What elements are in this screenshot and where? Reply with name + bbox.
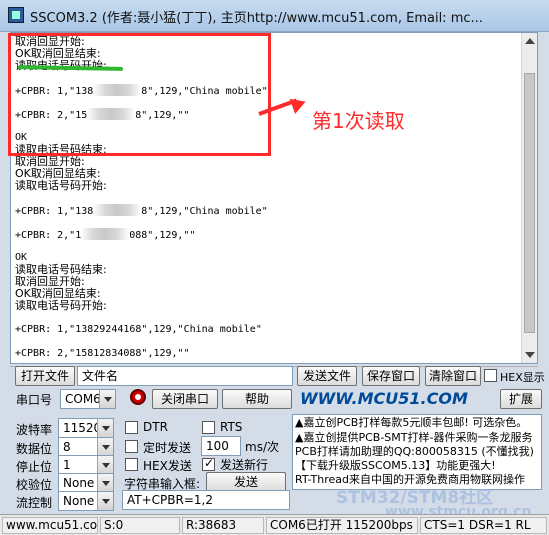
interval-unit-label: ms/次 — [245, 440, 279, 454]
chevron-down-icon[interactable] — [99, 390, 115, 408]
terminal-line: +CPBR: 2,"15812834088",129,"" — [15, 348, 190, 359]
timed-send-checkbox[interactable] — [125, 440, 138, 453]
ad-line[interactable]: PCB打样请加助理的QQ:800058315 (不懂找我) — [295, 445, 534, 458]
rts-label: RTS — [220, 420, 243, 434]
status-site[interactable]: www.mcu51.cor — [2, 517, 98, 534]
ad-line[interactable]: ▲嘉立创提供PCB-SMT打样-器件采购一条龙服务 — [295, 431, 532, 444]
terminal-line: 读取电话号码开始: — [15, 299, 107, 312]
terminal-line: +CPBR: 1,"13829244168",129,"China mobile… — [15, 324, 262, 335]
data-bits-label: 数据位 — [16, 442, 53, 456]
dtr-label: DTR — [143, 420, 168, 434]
title-bar: SSCOM3.2 (作者:聂小猛(丁丁), 主页http://www.mcu51… — [0, 0, 549, 32]
status-bar: www.mcu51.cor S:0 R:38683 COM6已打开 115200… — [0, 514, 549, 535]
chevron-down-icon[interactable] — [97, 456, 113, 474]
flow-control-value: None — [63, 494, 95, 508]
baud-select[interactable]: 115200 — [58, 418, 114, 438]
hex-display-label: HEX显示 — [500, 371, 545, 384]
parity-label: 校验位 — [16, 478, 53, 492]
file-name-field[interactable]: 文件名 — [77, 366, 293, 386]
close-port-button[interactable]: 关闭串口 — [152, 389, 218, 409]
send-button[interactable]: 发送 — [206, 472, 286, 492]
hex-send-checkbox[interactable] — [125, 458, 138, 471]
stop-bits-select[interactable]: 1 — [58, 455, 114, 475]
hex-send-label: HEX发送 — [143, 459, 192, 473]
status-port-state: COM6已打开 115200bps — [266, 517, 418, 534]
port-select[interactable]: COM6 — [60, 389, 116, 409]
dtr-checkbox[interactable] — [125, 421, 138, 434]
clear-window-button[interactable]: 清除窗口 — [425, 366, 481, 386]
chevron-down-icon[interactable] — [97, 419, 113, 437]
help-button[interactable]: 帮助 — [222, 389, 292, 409]
save-window-button[interactable]: 保存窗口 — [362, 366, 420, 386]
mcu51-logo: WWW.MCU51.COM — [300, 389, 468, 408]
open-file-button[interactable]: 打开文件 — [15, 366, 75, 386]
terminal-line: 读取电话号码开始: — [15, 179, 107, 192]
scroll-down-arrow-icon[interactable] — [525, 352, 535, 358]
hex-display-checkbox[interactable] — [484, 369, 497, 382]
port-status-icon — [130, 389, 146, 405]
baud-label: 波特率 — [16, 423, 53, 437]
port-label: 串口号 — [16, 393, 53, 407]
status-received: R:38683 — [182, 517, 264, 534]
chevron-down-icon[interactable] — [97, 492, 113, 510]
window-title: SSCOM3.2 (作者:聂小猛(丁丁), 主页http://www.mcu51… — [30, 11, 483, 26]
scroll-thumb[interactable] — [524, 73, 535, 333]
parity-value: None — [63, 476, 95, 490]
chevron-down-icon[interactable] — [97, 474, 113, 492]
data-bits-select[interactable]: 8 — [58, 437, 114, 457]
ad-line[interactable]: ▲嘉立创PCB打样每款5元顺丰包邮! 可选杂色。 — [295, 416, 527, 429]
scroll-up-arrow-icon[interactable] — [525, 38, 535, 44]
parity-select[interactable]: None — [58, 473, 114, 493]
app-icon — [8, 7, 24, 23]
send-newline-label: 发送新行 — [220, 458, 269, 472]
status-sent: S:0 — [100, 517, 180, 534]
data-bits-value: 8 — [63, 440, 71, 454]
redaction-blur — [93, 204, 142, 216]
port-value: COM6 — [65, 392, 101, 406]
ad-line[interactable]: 【下载升级版SSCOM5.13】功能更强大! — [295, 459, 496, 472]
expand-button[interactable]: 扩展 — [500, 389, 542, 409]
flow-control-select[interactable]: None — [58, 491, 114, 511]
flow-control-label: 流控制 — [16, 496, 53, 510]
terminal-line: +CPBR: 1,"138 8",129,"China mobile" — [15, 204, 268, 217]
stop-bits-value: 1 — [63, 458, 71, 472]
status-signals: CTS=1 DSR=1 RL — [420, 517, 547, 534]
chevron-down-icon[interactable] — [97, 438, 113, 456]
annotation-label: 第1次读取 — [312, 109, 405, 133]
highlight-box — [8, 33, 271, 156]
rts-checkbox[interactable] — [202, 421, 215, 434]
timed-send-label: 定时发送 — [143, 441, 192, 455]
interval-input[interactable]: 100 — [201, 436, 241, 456]
send-string-input[interactable]: AT+CPBR=1,2 — [122, 490, 290, 510]
ad-panel: ▲嘉立创PCB打样每款5元顺丰包邮! 可选杂色。 ▲嘉立创提供PCB-SMT打样… — [292, 414, 542, 490]
terminal-line: +CPBR: 2,"1 088",129,"" — [15, 228, 196, 241]
stop-bits-label: 停止位 — [16, 460, 53, 474]
send-newline-checkbox[interactable] — [202, 456, 215, 471]
vertical-scrollbar[interactable] — [521, 33, 537, 363]
send-file-button[interactable]: 发送文件 — [297, 366, 357, 386]
redaction-blur — [81, 228, 130, 240]
